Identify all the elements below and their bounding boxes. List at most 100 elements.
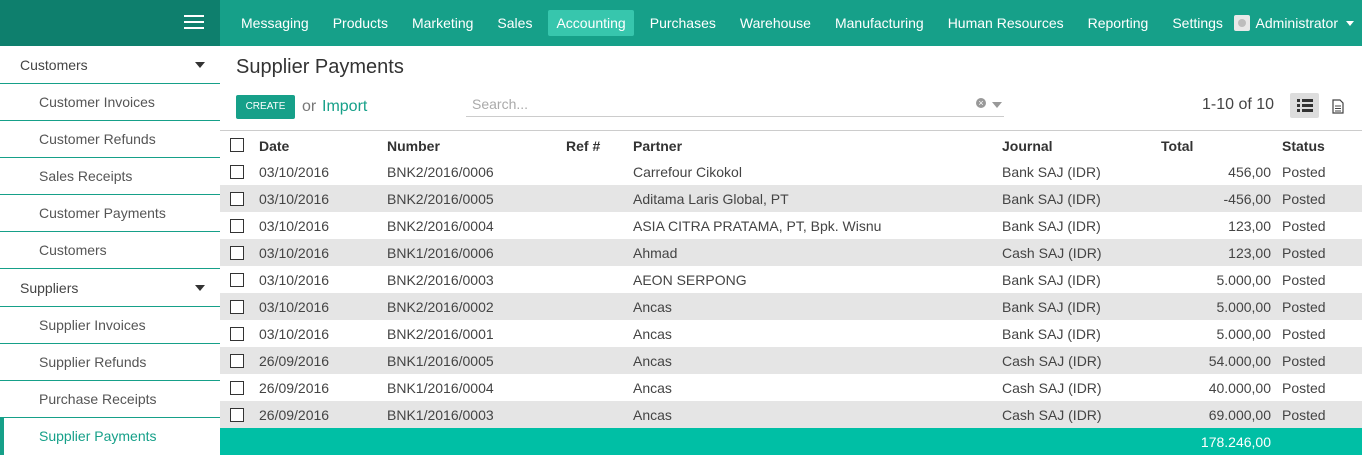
total-sum: 178.246,00 <box>1200 434 1271 450</box>
table-row[interactable]: 26/09/2016 BNK1/2016/0005 Ancas Cash SAJ (I… <box>220 347 1362 374</box>
menu-item-accounting[interactable]: Accounting <box>548 10 634 36</box>
cell-journal: Cash SAJ (IDR) <box>1002 407 1102 423</box>
row-checkbox[interactable] <box>230 327 244 341</box>
cell-partner: Ancas <box>633 380 672 396</box>
caret-down-icon <box>195 285 205 291</box>
cell-number: BNK1/2016/0006 <box>387 245 494 261</box>
user-menu[interactable]: Administrator <box>1233 0 1354 46</box>
row-checkbox[interactable] <box>230 165 244 179</box>
column-header-ref[interactable]: Ref # <box>566 138 600 154</box>
cell-date: 26/09/2016 <box>259 407 330 423</box>
menu-item-manufacturing[interactable]: Manufacturing <box>827 10 932 36</box>
menu-item-purchases[interactable]: Purchases <box>642 10 724 36</box>
cell-journal: Cash SAJ (IDR) <box>1002 353 1102 369</box>
cell-date: 03/10/2016 <box>259 164 330 180</box>
row-checkbox[interactable] <box>230 246 244 260</box>
cell-number: BNK2/2016/0003 <box>387 272 494 288</box>
table-row[interactable]: 26/09/2016 BNK1/2016/0003 Ancas Cash SAJ (I… <box>220 401 1362 428</box>
form-view-button[interactable] <box>1323 93 1352 118</box>
select-all-checkbox[interactable] <box>230 138 244 152</box>
cell-date: 03/10/2016 <box>259 326 330 342</box>
table-header: Date Number Ref # Partner Journal Total … <box>220 130 1362 158</box>
create-button[interactable]: CREATE <box>236 95 295 119</box>
sidebar-item-purchase-receipts[interactable]: Purchase Receipts <box>0 381 220 418</box>
table-row[interactable]: 26/09/2016 BNK1/2016/0004 Ancas Cash SAJ (I… <box>220 374 1362 401</box>
cell-total: -456,00 <box>1223 191 1271 207</box>
user-name: Administrator <box>1255 15 1338 31</box>
column-header-partner[interactable]: Partner <box>633 138 682 154</box>
cell-total: 40.000,00 <box>1208 380 1271 396</box>
menu-item-products[interactable]: Products <box>325 10 396 36</box>
row-checkbox[interactable] <box>230 381 244 395</box>
list-view-button[interactable] <box>1290 93 1319 118</box>
sidebar-header-suppliers[interactable]: Suppliers <box>0 269 220 307</box>
cell-status: Posted <box>1282 353 1326 369</box>
cell-journal: Bank SAJ (IDR) <box>1002 272 1101 288</box>
table-row[interactable]: 03/10/2016 BNK2/2016/0001 Ancas Bank SAJ (I… <box>220 320 1362 347</box>
table-row[interactable]: 03/10/2016 BNK2/2016/0006 Carrefour Cikoko… <box>220 158 1362 185</box>
sidebar-item-supplier-invoices[interactable]: Supplier Invoices <box>0 307 220 344</box>
table-row[interactable]: 03/10/2016 BNK2/2016/0004 ASIA CITRA PRATA… <box>220 212 1362 239</box>
sidebar-item-supplier-refunds[interactable]: Supplier Refunds <box>0 344 220 381</box>
row-checkbox[interactable] <box>230 192 244 206</box>
cell-status: Posted <box>1282 218 1326 234</box>
cell-date: 03/10/2016 <box>259 299 330 315</box>
table-row[interactable]: 03/10/2016 BNK2/2016/0005 Aditama Laris Gl… <box>220 185 1362 212</box>
row-checkbox[interactable] <box>230 408 244 422</box>
cell-total: 54.000,00 <box>1208 353 1271 369</box>
cell-status: Posted <box>1282 299 1326 315</box>
cell-journal: Bank SAJ (IDR) <box>1002 218 1101 234</box>
hamburger-icon[interactable] <box>184 15 204 31</box>
menu-item-reporting[interactable]: Reporting <box>1080 10 1157 36</box>
cell-total: 123,00 <box>1228 218 1271 234</box>
column-header-journal[interactable]: Journal <box>1002 138 1053 154</box>
menu-item-warehouse[interactable]: Warehouse <box>732 10 819 36</box>
cell-date: 03/10/2016 <box>259 191 330 207</box>
sidebar-item-customers[interactable]: Customers <box>0 232 220 269</box>
cell-date: 26/09/2016 <box>259 380 330 396</box>
table-footer: 178.246,00 <box>220 428 1362 455</box>
row-checkbox[interactable] <box>230 219 244 233</box>
cell-status: Posted <box>1282 272 1326 288</box>
row-checkbox[interactable] <box>230 273 244 287</box>
sidebar-item-supplier-payments[interactable]: Supplier Payments <box>0 418 220 455</box>
sidebar-header-label: Suppliers <box>20 280 79 296</box>
import-link[interactable]: Import <box>322 98 367 116</box>
sidebar-item-customer-invoices[interactable]: Customer Invoices <box>0 84 220 121</box>
column-header-status[interactable]: Status <box>1282 138 1325 154</box>
search-bar: × <box>466 95 1004 117</box>
search-dropdown-icon[interactable] <box>992 102 1002 108</box>
menu-item-human-resources[interactable]: Human Resources <box>940 10 1072 36</box>
table-row[interactable]: 03/10/2016 BNK2/2016/0003 AEON SERPONG Bank… <box>220 266 1362 293</box>
sidebar-item-customer-refunds[interactable]: Customer Refunds <box>0 121 220 158</box>
cell-number: BNK1/2016/0004 <box>387 380 494 396</box>
cell-partner: ASIA CITRA PRATAMA, PT, Bpk. Wisnu <box>633 218 882 234</box>
caret-down-icon <box>195 62 205 68</box>
column-header-total[interactable]: Total <box>1161 138 1193 154</box>
cell-status: Posted <box>1282 245 1326 261</box>
menu-item-messaging[interactable]: Messaging <box>233 10 317 36</box>
cell-partner: Ancas <box>633 299 672 315</box>
sidebar-header-customers[interactable]: Customers <box>0 46 220 84</box>
column-header-date[interactable]: Date <box>259 138 289 154</box>
cell-journal: Bank SAJ (IDR) <box>1002 326 1101 342</box>
sidebar-item-sales-receipts[interactable]: Sales Receipts <box>0 158 220 195</box>
cell-status: Posted <box>1282 326 1326 342</box>
menu-item-sales[interactable]: Sales <box>489 10 540 36</box>
menu-item-marketing[interactable]: Marketing <box>404 10 481 36</box>
cell-date: 26/09/2016 <box>259 353 330 369</box>
list-view-icon <box>1296 99 1313 112</box>
cell-number: BNK2/2016/0005 <box>387 191 494 207</box>
table-row[interactable]: 03/10/2016 BNK2/2016/0002 Ancas Bank SAJ (I… <box>220 293 1362 320</box>
menu-item-settings[interactable]: Settings <box>1164 10 1231 36</box>
clear-search-icon[interactable]: × <box>976 98 986 108</box>
search-input[interactable] <box>466 95 966 112</box>
cell-journal: Cash SAJ (IDR) <box>1002 245 1102 261</box>
row-checkbox[interactable] <box>230 354 244 368</box>
column-header-number[interactable]: Number <box>387 138 440 154</box>
sidebar-item-customer-payments[interactable]: Customer Payments <box>0 195 220 232</box>
row-checkbox[interactable] <box>230 300 244 314</box>
or-label: or <box>302 98 317 115</box>
cell-journal: Bank SAJ (IDR) <box>1002 164 1101 180</box>
table-row[interactable]: 03/10/2016 BNK1/2016/0006 Ahmad Cash SAJ (I… <box>220 239 1362 266</box>
